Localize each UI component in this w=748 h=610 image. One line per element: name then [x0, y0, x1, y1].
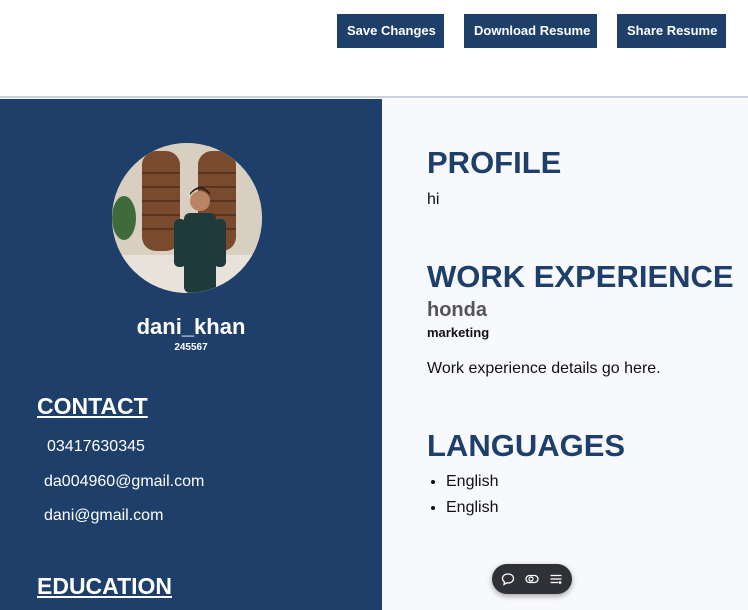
- floating-toolbar: [492, 564, 572, 594]
- education-heading: EDUCATION: [37, 573, 173, 599]
- work-role: marketing: [427, 325, 490, 340]
- resume-main: PROFILE hi WORK EXPERIENCE honda marketi…: [382, 99, 748, 610]
- share-resume-button[interactable]: Share Resume: [617, 14, 726, 48]
- languages-list: English English: [446, 473, 498, 525]
- avatar: [112, 143, 262, 293]
- work-company: honda: [427, 299, 487, 321]
- profile-photo-image: [112, 143, 262, 293]
- toggle-icon[interactable]: [525, 572, 539, 586]
- contact-phone: 03417630345: [47, 438, 145, 455]
- work-details: Work experience details go here.: [427, 360, 661, 377]
- top-toolbar: Save Changes Download Resume Share Resum…: [0, 0, 748, 98]
- save-changes-button[interactable]: Save Changes: [337, 14, 444, 48]
- language-item: English: [446, 473, 498, 499]
- contact-heading: CONTACT: [37, 393, 148, 419]
- profile-name: dani_khan: [136, 314, 246, 339]
- contact-email-primary: da004960@gmail.com: [44, 473, 205, 490]
- profile-heading: PROFILE: [427, 145, 562, 180]
- work-experience-heading: WORK EXPERIENCE: [427, 259, 734, 294]
- download-resume-button[interactable]: Download Resume: [464, 14, 597, 48]
- profile-text: hi: [427, 191, 440, 208]
- resume-sidebar: dani_khan 245567 CONTACT 03417630345 da0…: [0, 99, 382, 610]
- contact-email-secondary: dani@gmail.com: [44, 507, 164, 524]
- profile-user-id: 245567: [174, 342, 208, 353]
- languages-heading: LANGUAGES: [427, 428, 626, 463]
- comment-icon[interactable]: [501, 572, 515, 586]
- language-item: English: [446, 499, 498, 525]
- menu-lines-icon[interactable]: [549, 572, 563, 586]
